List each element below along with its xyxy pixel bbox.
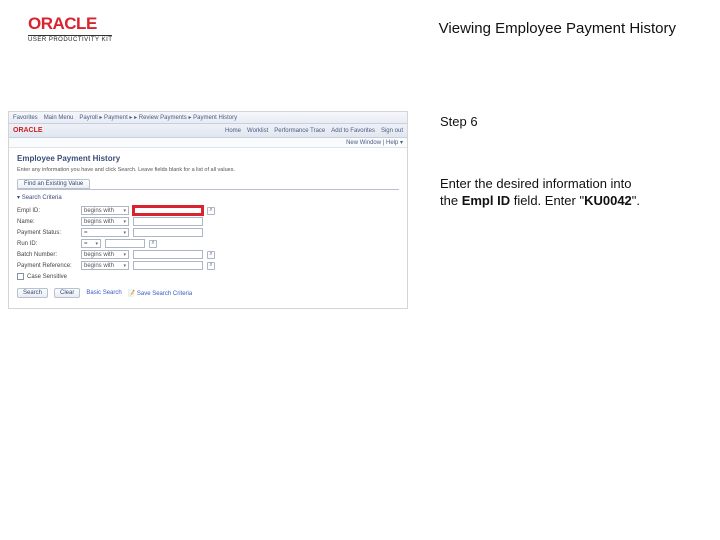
app-screenshot: Favorites Main Menu Payroll ▸ Payment ▸ …	[8, 111, 408, 309]
oracle-wordmark: ORACLE	[28, 14, 97, 34]
search-criteria-header: Search Criteria	[17, 194, 399, 201]
app-header: ORACLE Home Worklist Performance Trace A…	[9, 124, 407, 138]
field-value: KU0042	[584, 193, 632, 208]
breadcrumb-bar: Favorites Main Menu Payroll ▸ Payment ▸ …	[9, 112, 407, 124]
label-name: Name:	[17, 219, 77, 225]
row-emplid: Empl ID: begins with ⌕	[17, 205, 399, 216]
lookup-icon[interactable]: ⌕	[207, 207, 215, 215]
field-name: Empl ID	[462, 193, 510, 208]
sub-toolbar: New Window | Help ▾	[9, 138, 407, 148]
page-title: Viewing Employee Payment History	[439, 14, 692, 37]
oracle-upk-logo: ORACLE USER PRODUCTIVITY KIT	[28, 14, 112, 43]
step-label: Step 6	[440, 113, 680, 131]
input-emplid[interactable]	[133, 206, 203, 215]
app-page-desc: Enter any information you have and click…	[17, 167, 399, 173]
link-perf: Performance Trace	[274, 128, 325, 134]
button-row: Search Clear Basic Search 📝 Save Search …	[17, 288, 399, 298]
input-name[interactable]	[133, 217, 203, 226]
label-batch: Batch Number:	[17, 252, 77, 258]
input-payref[interactable]	[133, 261, 203, 270]
label-runid: Run ID:	[17, 241, 77, 247]
op-runid[interactable]: =	[81, 239, 101, 248]
app-page-title: Employee Payment History	[17, 154, 399, 163]
link-home: Home	[225, 128, 241, 134]
basic-search-link[interactable]: Basic Search	[86, 290, 121, 296]
row-payref: Payment Reference: begins with ⌕	[17, 260, 399, 271]
lookup-icon[interactable]: ⌕	[207, 251, 215, 259]
breadcrumb: Payroll ▸ Payment ▸ ▸ Review Payments ▸ …	[79, 114, 237, 121]
row-batch: Batch Number: begins with ⌕	[17, 249, 399, 260]
label-emplid: Empl ID:	[17, 208, 77, 214]
input-paystatus[interactable]	[133, 228, 203, 237]
tab-find-existing: Find an Existing Value	[17, 179, 90, 189]
input-runid[interactable]	[105, 239, 145, 248]
row-paystatus: Payment Status: =	[17, 227, 399, 238]
label-paystatus: Payment Status:	[17, 230, 77, 236]
oracle-app-logo: ORACLE	[13, 127, 43, 134]
subbar-links: New Window | Help ▾	[346, 139, 403, 146]
nav-mainmenu: Main Menu	[44, 115, 74, 121]
case-sensitive-checkbox[interactable]	[17, 273, 24, 280]
search-button[interactable]: Search	[17, 288, 48, 298]
save-search-link[interactable]: 📝 Save Search Criteria	[128, 290, 193, 297]
link-addfav: Add to Favorites	[331, 128, 375, 134]
upk-subtext: USER PRODUCTIVITY KIT	[28, 35, 112, 43]
app-body: Employee Payment History Enter any infor…	[9, 148, 407, 308]
label-payref: Payment Reference:	[17, 263, 77, 269]
op-emplid[interactable]: begins with	[81, 206, 129, 215]
op-paystatus[interactable]: =	[81, 228, 129, 237]
input-batch[interactable]	[133, 250, 203, 259]
page-header: ORACLE USER PRODUCTIVITY KIT Viewing Emp…	[0, 0, 720, 43]
op-batch[interactable]: begins with	[81, 250, 129, 259]
instruction-pane: Step 6 Enter the desired information int…	[408, 111, 680, 210]
instruction-text: Enter the desired information into the E…	[440, 175, 680, 210]
lookup-icon[interactable]: ⌕	[207, 262, 215, 270]
row-name: Name: begins with	[17, 216, 399, 227]
case-sensitive-row: Case Sensitive	[17, 273, 399, 280]
row-runid: Run ID: = ⌕	[17, 238, 399, 249]
clear-button[interactable]: Clear	[54, 288, 80, 298]
content-row: Favorites Main Menu Payroll ▸ Payment ▸ …	[0, 111, 720, 309]
link-signout: Sign out	[381, 128, 403, 134]
case-sensitive-label: Case Sensitive	[27, 274, 67, 280]
op-name[interactable]: begins with	[81, 217, 129, 226]
op-payref[interactable]: begins with	[81, 261, 129, 270]
search-panel: Search Criteria Empl ID: begins with ⌕ N…	[17, 189, 399, 298]
nav-favorites: Favorites	[13, 115, 38, 121]
lookup-icon[interactable]: ⌕	[149, 240, 157, 248]
link-worklist: Worklist	[247, 128, 268, 134]
